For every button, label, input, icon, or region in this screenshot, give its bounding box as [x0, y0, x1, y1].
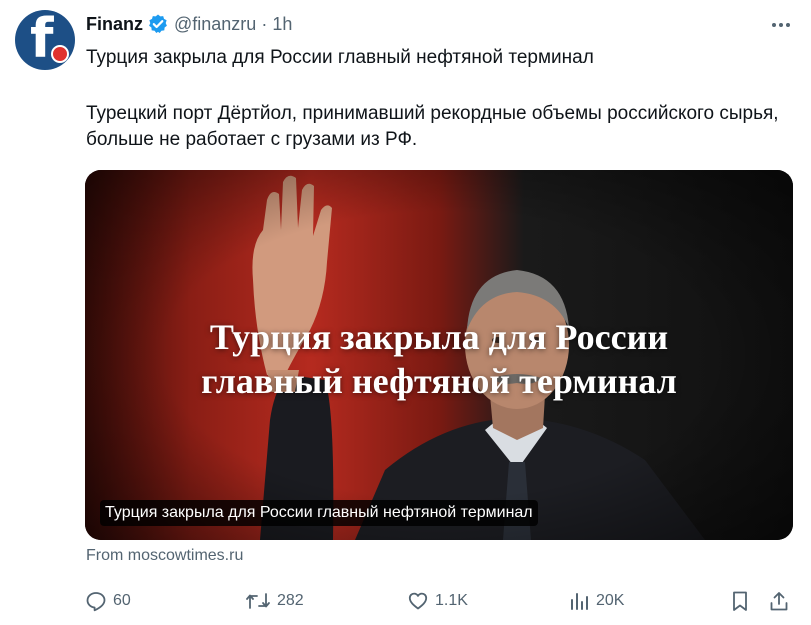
reply-count: 60: [113, 592, 131, 609]
tweet-text-headline: Турция закрыла для России главный нефтян…: [86, 47, 594, 68]
tweet-text-body: Турецкий порт Дёртйол, принимавший рекор…: [86, 103, 779, 150]
verified-badge-icon[interactable]: [147, 13, 169, 35]
card-overlay-title-line1: Турция закрыла для России: [209, 317, 669, 357]
views-count: 20K: [596, 592, 625, 609]
tweet-time[interactable]: 1h: [272, 14, 292, 35]
retweet-count: 282: [277, 592, 304, 609]
share-button[interactable]: [768, 588, 790, 614]
like-count: 1.1K: [435, 592, 468, 609]
like-button[interactable]: 1.1K: [407, 588, 468, 614]
reply-button[interactable]: 60: [85, 588, 131, 614]
bookmark-button[interactable]: [729, 588, 751, 614]
card-source-link[interactable]: From moscowtimes.ru: [86, 547, 243, 565]
avatar-logo-dot: [51, 45, 69, 63]
views-chart-icon: [571, 593, 588, 610]
bookmark-icon: [733, 591, 747, 611]
card-caption: Турция закрыла для России главный нефтян…: [100, 500, 538, 526]
reply-icon: [86, 592, 106, 612]
tweet-actions: 60 282 1.1K 20K: [0, 588, 811, 614]
header-separator: ·: [261, 13, 268, 34]
retweet-icon: [246, 593, 270, 609]
author-name[interactable]: Finanz: [86, 14, 143, 35]
card-overlay-title-line2: главный нефтяной терминал: [201, 361, 677, 401]
heart-icon: [408, 592, 428, 610]
more-options-icon[interactable]: [768, 14, 794, 36]
avatar[interactable]: f.: [15, 10, 75, 70]
tweet-header: Finanz @finanzru · 1h: [86, 12, 292, 36]
author-handle[interactable]: @finanzru: [174, 14, 256, 35]
share-icon: [770, 592, 788, 611]
card-overlay-title: Турция закрыла для России главный нефтян…: [85, 315, 793, 403]
link-card[interactable]: Турция закрыла для России главный нефтян…: [85, 170, 793, 540]
views-button[interactable]: 20K: [568, 588, 624, 614]
retweet-button[interactable]: 282: [245, 588, 304, 614]
